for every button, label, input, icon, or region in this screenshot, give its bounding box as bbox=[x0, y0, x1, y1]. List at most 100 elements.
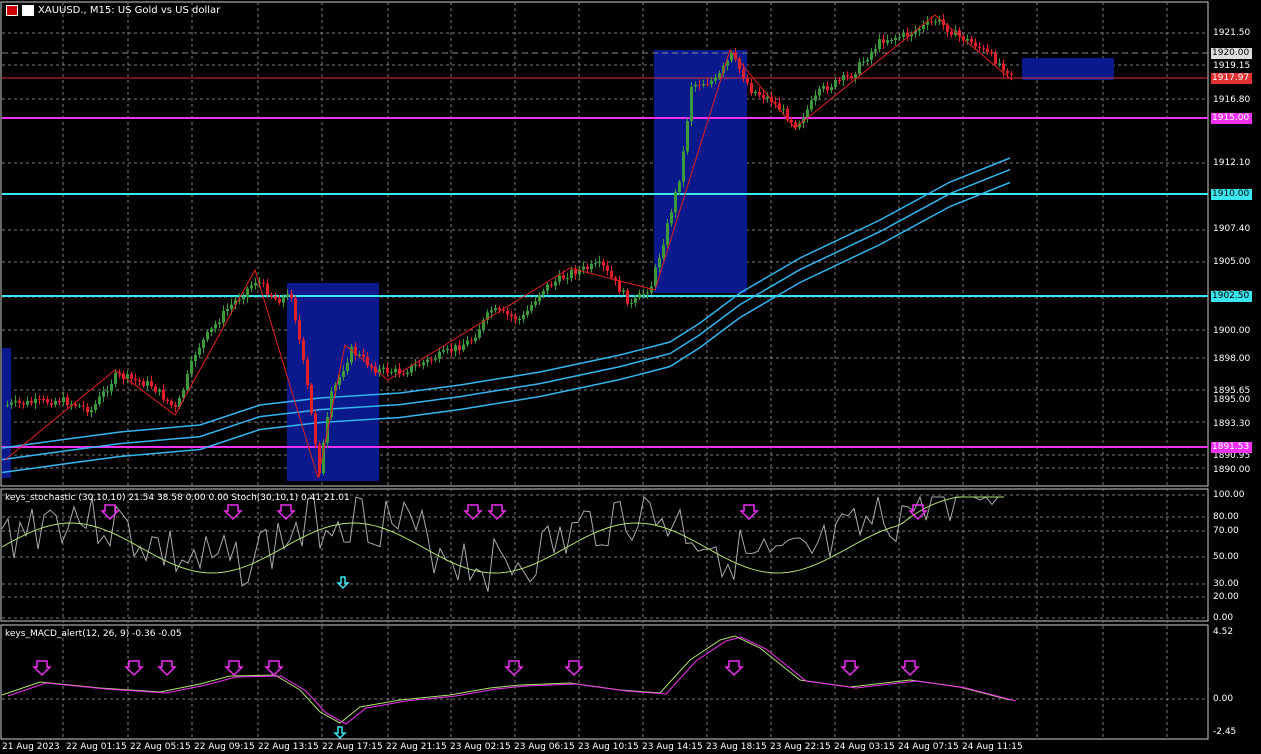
candle bbox=[170, 400, 173, 405]
candle bbox=[66, 397, 69, 406]
candle bbox=[746, 78, 749, 84]
candle bbox=[598, 261, 601, 264]
price-tag-cyan: 1902.50 bbox=[1211, 291, 1252, 302]
candle bbox=[394, 368, 397, 373]
candle bbox=[454, 345, 457, 352]
candle bbox=[146, 381, 149, 386]
candle bbox=[990, 51, 993, 54]
candle bbox=[342, 371, 345, 377]
candle bbox=[982, 47, 985, 49]
time-label: 24 Aug 11:15 bbox=[962, 742, 1023, 752]
time-label: 22 Aug 17:15 bbox=[322, 742, 383, 752]
candle bbox=[886, 40, 889, 44]
candle bbox=[618, 280, 621, 292]
candle bbox=[154, 386, 157, 392]
candle bbox=[706, 84, 709, 86]
macd-axis-label: -2.45 bbox=[1213, 727, 1237, 737]
candle bbox=[470, 340, 473, 342]
candle bbox=[666, 223, 669, 245]
candle bbox=[142, 381, 145, 386]
stoch-axis-label: 70.00 bbox=[1213, 526, 1239, 536]
zone-2 bbox=[654, 50, 747, 293]
stoch-axis-label: 100.00 bbox=[1213, 490, 1245, 500]
time-label: 22 Aug 09:15 bbox=[194, 742, 255, 752]
candle bbox=[498, 308, 501, 310]
candle bbox=[522, 315, 525, 320]
candle bbox=[1010, 73, 1013, 75]
price-tag-magenta: 1891.53 bbox=[1211, 442, 1252, 453]
price-label: 1895.00 bbox=[1213, 395, 1251, 405]
candle bbox=[846, 75, 849, 77]
candle bbox=[530, 304, 533, 311]
candle bbox=[306, 359, 309, 385]
chart-window-icon[interactable] bbox=[6, 5, 18, 16]
candle bbox=[198, 347, 201, 355]
macd-sell-arrow bbox=[224, 660, 244, 677]
candle bbox=[302, 339, 305, 360]
candle bbox=[742, 69, 745, 79]
stoch-indicator-title: keys_stochastic (30,10,10) 21.54 38.58 0… bbox=[5, 493, 350, 503]
time-label: 23 Aug 18:15 bbox=[706, 742, 767, 752]
candle bbox=[346, 362, 349, 372]
candle bbox=[250, 285, 253, 289]
time-label: 22 Aug 05:15 bbox=[130, 742, 191, 752]
chart-properties-icon[interactable] bbox=[22, 5, 34, 16]
time-label: 23 Aug 06:15 bbox=[514, 742, 575, 752]
candle bbox=[966, 38, 969, 41]
candle bbox=[542, 290, 545, 295]
candle bbox=[934, 21, 937, 23]
candle bbox=[450, 348, 453, 352]
candle bbox=[682, 151, 685, 182]
candle bbox=[882, 39, 885, 44]
candle bbox=[426, 359, 429, 363]
price-tag-cyan: 1910.00 bbox=[1211, 189, 1252, 200]
candle bbox=[406, 372, 409, 375]
candle bbox=[202, 339, 205, 348]
price-label: 1912.10 bbox=[1213, 158, 1251, 168]
macd-buy-arrow bbox=[333, 726, 347, 740]
candle bbox=[878, 39, 881, 50]
candle bbox=[678, 181, 681, 192]
candle bbox=[478, 329, 481, 338]
time-label: 23 Aug 22:15 bbox=[770, 742, 831, 752]
candle bbox=[278, 299, 281, 303]
candle bbox=[110, 383, 113, 392]
candle bbox=[838, 79, 841, 81]
candle bbox=[14, 400, 17, 403]
candle bbox=[222, 310, 225, 323]
candle bbox=[1006, 70, 1009, 74]
candle bbox=[54, 400, 57, 405]
candle bbox=[862, 61, 865, 63]
candle bbox=[50, 402, 53, 405]
candle bbox=[686, 121, 689, 152]
candle bbox=[586, 266, 589, 269]
macd-sell-arrow bbox=[264, 660, 284, 677]
candle bbox=[950, 31, 953, 36]
candle bbox=[270, 294, 273, 297]
candle bbox=[94, 404, 97, 410]
candle bbox=[514, 316, 517, 320]
candle bbox=[986, 48, 989, 52]
candle bbox=[590, 264, 593, 269]
candle bbox=[362, 354, 365, 357]
candle bbox=[74, 404, 77, 406]
macd-sell-arrow bbox=[564, 660, 584, 677]
candle bbox=[834, 79, 837, 88]
candle bbox=[606, 265, 609, 271]
candle bbox=[690, 86, 693, 122]
candle bbox=[570, 269, 573, 279]
candle bbox=[414, 364, 417, 366]
candle bbox=[386, 367, 389, 373]
candle bbox=[82, 405, 85, 407]
price-label: 1900.00 bbox=[1213, 326, 1251, 336]
chart-canvas[interactable] bbox=[0, 0, 1261, 754]
candle bbox=[22, 403, 25, 405]
candle bbox=[630, 302, 633, 304]
candle bbox=[918, 29, 921, 31]
candle bbox=[642, 293, 645, 295]
candle bbox=[150, 381, 153, 387]
candle bbox=[526, 310, 529, 316]
chart-title-text: XAUUSD., M15: US Gold vs US dollar bbox=[38, 5, 221, 16]
zone-1 bbox=[287, 283, 379, 481]
price-label: 1898.00 bbox=[1213, 354, 1251, 364]
